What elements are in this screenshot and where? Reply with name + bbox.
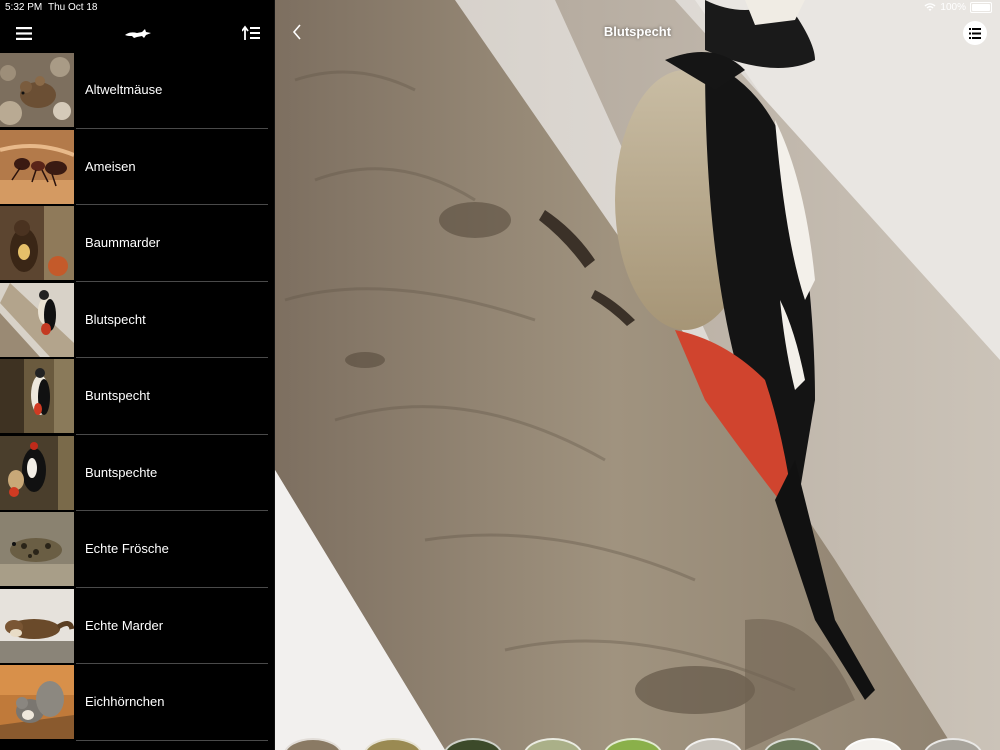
list-item-label: Buntspechte [85,464,158,480]
list-icon[interactable] [963,21,987,45]
fox-logo-icon [120,23,156,43]
species-sidebar: 5:32 PM Thu Oct 18 Altweltmäuse Ameisen … [0,0,274,750]
pine-marten-thumbnail [0,206,74,280]
species-detail: 100% Blutspecht [275,0,1000,750]
list-item-label: Altweltmäuse [85,82,163,97]
species-list: Altweltmäuse Ameisen Baummarder Blutspec… [0,52,274,741]
list-item-label: Echte Frösche [85,541,169,556]
sort-list-icon[interactable] [238,22,264,44]
woodpecker-thumbnail [0,359,74,433]
gallery-thumbnail-strip [275,738,1000,750]
status-bar: 5:32 PM Thu Oct 18 [0,0,274,14]
list-item-buntspechte[interactable]: Buntspechte [0,435,274,511]
mouse-thumbnail [0,53,74,127]
battery-icon [970,1,992,13]
wifi-icon [924,2,936,11]
status-date: Thu Oct 18 [48,2,98,13]
woodpecker-thumbnail [0,435,74,510]
hamburger-menu-icon[interactable] [12,24,36,42]
woodpecker-thumbnail [0,282,74,357]
ant-thumbnail [0,129,74,204]
list-item-label: Blutspecht [85,311,146,327]
list-item-echte-marder[interactable]: Echte Marder [0,588,274,664]
list-item-label: Buntspecht [85,388,151,403]
status-bar-right: 100% [924,1,992,13]
list-item-altweltmaeuse[interactable]: Altweltmäuse [0,52,274,129]
list-item-label: Eichhörnchen [85,694,165,709]
list-item-label: Baummarder [85,235,161,250]
battery-percent: 100% [940,1,966,13]
list-item-echte-froesche[interactable]: Echte Frösche [0,511,274,588]
species-photo [275,0,1000,750]
sidebar-header [0,14,274,52]
list-item-label: Echte Marder [85,617,164,633]
list-item-ameisen[interactable]: Ameisen [0,129,274,205]
marten-thumbnail [0,588,74,663]
list-item-eichhoernchen[interactable]: Eichhörnchen [0,664,274,741]
status-time: 5:32 PM [5,2,43,13]
frog-thumbnail [0,512,74,586]
list-item-baummarder[interactable]: Baummarder [0,205,274,282]
list-item-blutspecht[interactable]: Blutspecht [0,282,274,358]
squirrel-thumbnail [0,665,74,739]
separator [76,739,268,741]
list-item-buntspecht[interactable]: Buntspecht [0,358,274,435]
page-title: Blutspecht [603,24,672,39]
list-item-label: Ameisen [85,158,136,174]
